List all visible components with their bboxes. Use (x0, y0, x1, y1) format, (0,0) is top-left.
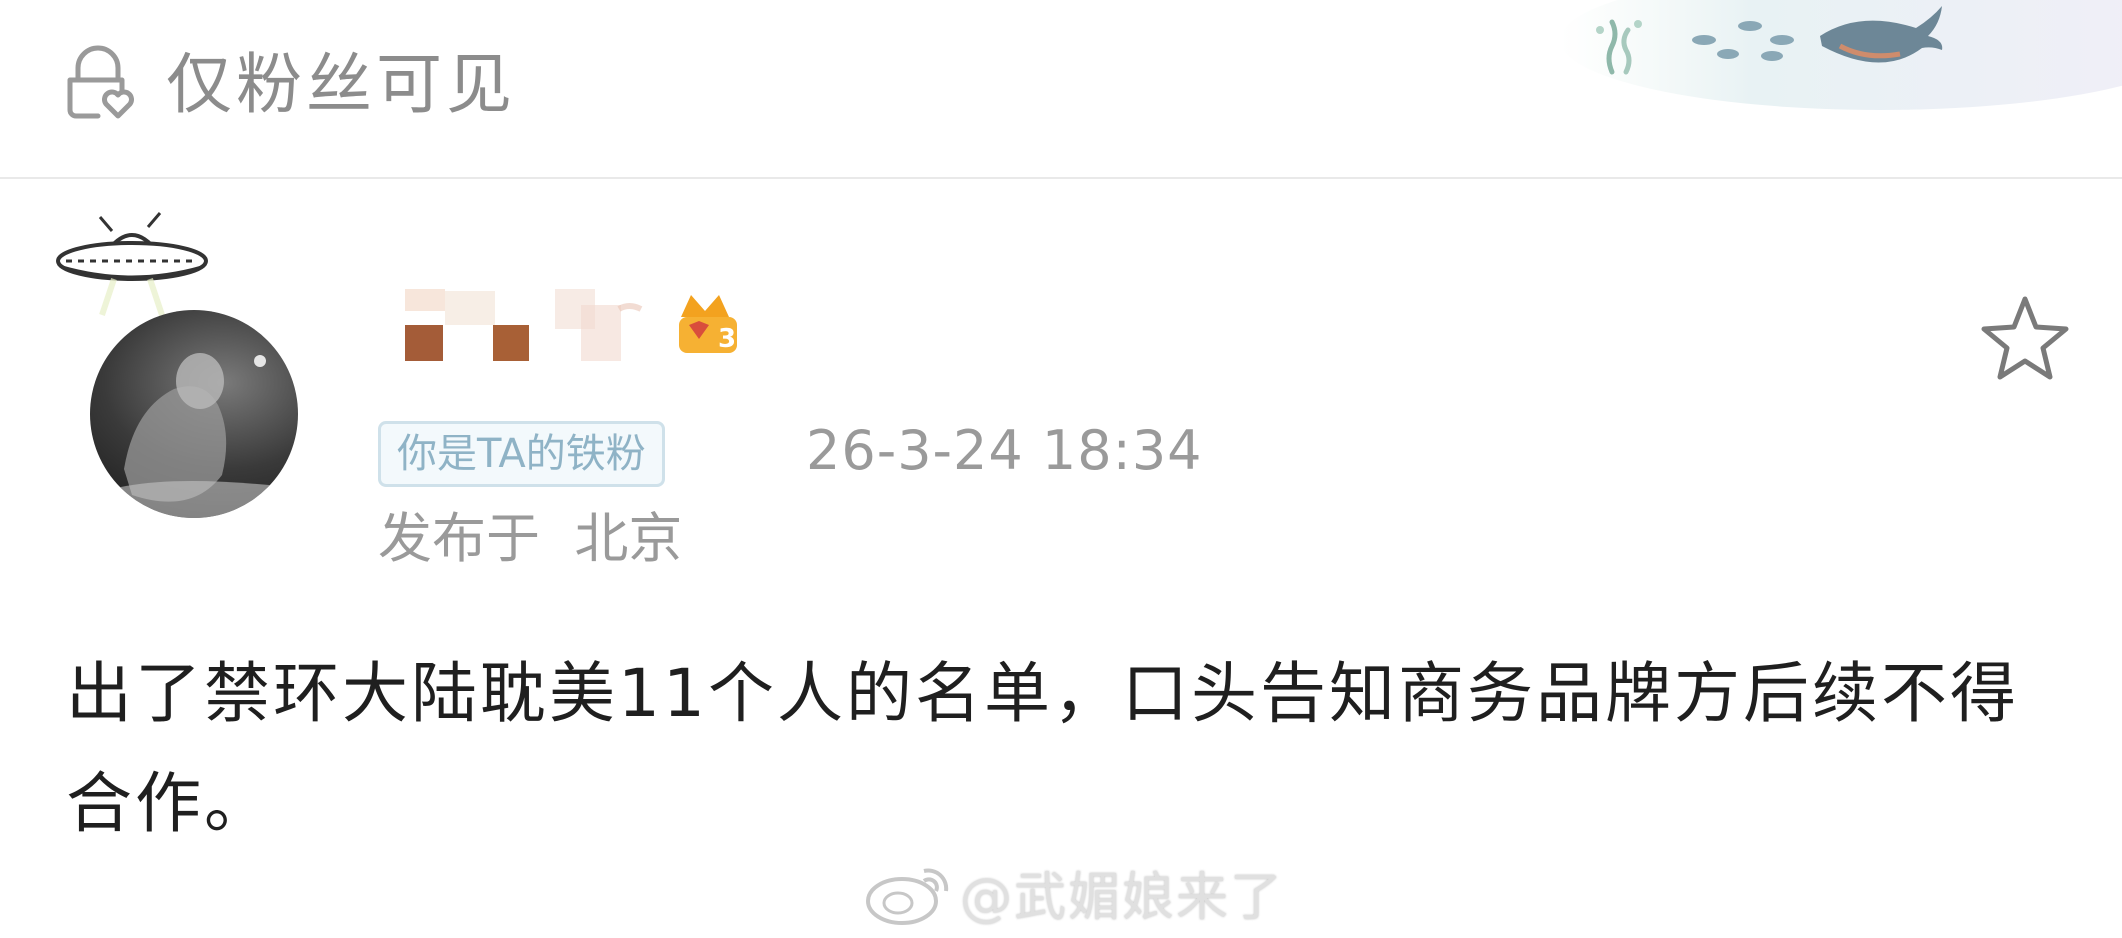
post-card: 3 你是TA的铁粉 26-3-24 18:34 发布于 北京 出了禁环大陆耽美1… (0, 179, 2122, 938)
post-body-text: 出了禁环大陆耽美11个人的名单，口头告知商务品牌方后续不得合作。 (66, 655, 2019, 842)
post-location: 发布于 北京 (378, 507, 683, 570)
favorite-button[interactable] (1975, 289, 2075, 389)
visibility-header: 仅粉丝可见 (0, 0, 2122, 178)
author-name-obscured[interactable]: 3 (405, 287, 765, 367)
author-avatar-block[interactable] (52, 209, 312, 529)
level-badge-value: 3 (718, 324, 736, 354)
watermark: @武媚娘来了 (862, 847, 1284, 937)
weibo-logo-icon (862, 857, 954, 927)
post-timestamp: 26-3-24 18:34 (806, 419, 1203, 482)
lock-heart-icon (62, 44, 140, 122)
ocean-decoration-icon (1520, 0, 2122, 110)
watermark-text: @武媚娘来了 (960, 867, 1285, 928)
ufo-pendant-icon (52, 209, 212, 319)
avatar (64, 309, 354, 519)
visibility-label: 仅粉丝可见 (166, 46, 516, 123)
fan-badge: 你是TA的铁粉 (378, 421, 665, 487)
star-outline-icon (1981, 296, 2069, 380)
